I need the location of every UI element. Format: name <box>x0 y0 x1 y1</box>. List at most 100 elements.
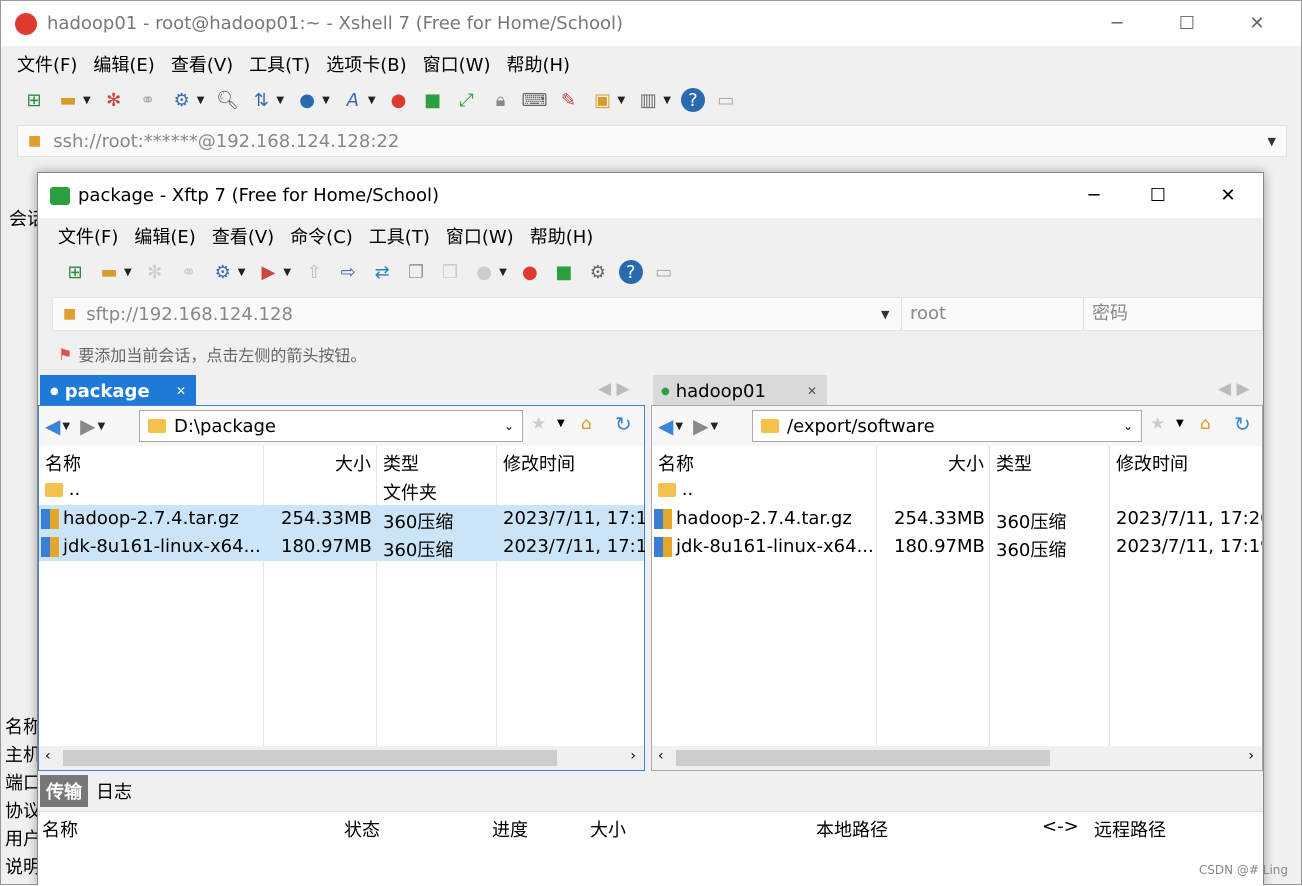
transfer-col-direction[interactable]: <-> <box>1042 816 1079 837</box>
forward-arrow-icon[interactable]: ▶ <box>80 414 95 438</box>
chevron-down-icon[interactable]: ⌄ <box>1123 419 1133 433</box>
menu-view[interactable]: 查看(V) <box>171 51 233 77</box>
transfer-col-status[interactable]: 状态 <box>344 816 380 842</box>
chat-icon[interactable]: ▭ <box>651 259 677 285</box>
new-session-icon[interactable]: ⊞ <box>21 87 47 113</box>
new-session-icon[interactable]: ⊞ <box>62 259 88 285</box>
status-icon[interactable]: ● <box>471 259 497 285</box>
maximize-button[interactable]: ☐ <box>1167 9 1207 39</box>
transfer-col-progress[interactable]: 进度 <box>492 816 528 842</box>
scroll-left-icon[interactable]: ‹ <box>658 748 664 764</box>
tab-transfer[interactable]: 传输 <box>40 775 88 807</box>
fullscreen-icon[interactable]: ⤢ <box>454 87 480 113</box>
transfer-icon[interactable]: ⇅ <box>248 87 274 113</box>
back-arrow-icon[interactable]: ◀ <box>658 414 673 438</box>
menu-edit[interactable]: 编辑(E) <box>134 223 195 249</box>
column-name[interactable]: 名称 <box>658 450 694 476</box>
chevron-down-icon[interactable]: ▼ <box>1176 418 1184 429</box>
chevron-down-icon[interactable]: ▼ <box>1268 135 1276 148</box>
xftp-app-icon[interactable]: ■ <box>420 87 446 113</box>
table-row[interactable]: jdk-8u161-linux-x64... 180.97MB 360压缩 20… <box>39 533 644 561</box>
table-row[interactable]: hadoop-2.7.4.tar.gz 254.33MB 360压缩 2023/… <box>39 505 644 533</box>
connect-icon[interactable]: ✻ <box>101 87 127 113</box>
menu-file[interactable]: 文件(F) <box>17 51 77 77</box>
tab-local-package[interactable]: ● package ✕ <box>40 375 196 407</box>
connect-icon[interactable]: ✻ <box>142 259 168 285</box>
paste-icon[interactable]: ❐ <box>437 259 463 285</box>
scroll-right-icon[interactable]: › <box>1248 748 1254 764</box>
table-row[interactable]: .. <box>652 476 1262 504</box>
xshell-app-icon[interactable]: ● <box>386 87 412 113</box>
menu-view[interactable]: 查看(V) <box>212 223 274 249</box>
menu-help[interactable]: 帮助(H) <box>530 223 594 249</box>
menu-window[interactable]: 窗口(W) <box>423 51 491 77</box>
home-folder-icon[interactable]: ⌂ <box>1200 414 1211 434</box>
menu-window[interactable]: 窗口(W) <box>446 223 514 249</box>
menu-command[interactable]: 命令(C) <box>290 223 353 249</box>
menu-edit[interactable]: 编辑(E) <box>93 51 154 77</box>
home-folder-icon[interactable]: ⌂ <box>581 414 592 434</box>
help-icon[interactable]: ? <box>619 260 643 284</box>
close-icon[interactable]: ✕ <box>807 384 817 398</box>
back-arrow-icon[interactable]: ◀ <box>45 414 60 438</box>
remote-path-input[interactable]: /export/software ⌄ <box>752 410 1142 442</box>
star-icon[interactable]: ★ <box>1150 414 1165 434</box>
table-row[interactable]: .. 文件夹 <box>39 476 644 504</box>
column-modified[interactable]: 修改时间 <box>1116 450 1188 476</box>
forward-arrow-icon[interactable]: ▶ <box>693 414 708 438</box>
menu-file[interactable]: 文件(F) <box>58 223 118 249</box>
disconnect-icon[interactable]: ⚭ <box>135 87 161 113</box>
chevron-down-icon[interactable]: ▼ <box>557 418 565 429</box>
star-icon[interactable]: ★ <box>531 414 546 434</box>
keyboard-icon[interactable]: ⌨ <box>522 87 548 113</box>
layout-icon[interactable]: ▥ <box>635 87 661 113</box>
copy-icon[interactable]: ❐ <box>403 259 429 285</box>
xftp-title-bar[interactable]: package - Xftp 7 (Free for Home/School) … <box>38 173 1263 218</box>
password-field[interactable]: 密码 <box>1083 298 1263 330</box>
tab-log[interactable]: 日志 <box>88 775 140 807</box>
transfer-col-local-path[interactable]: 本地路径 <box>816 816 888 842</box>
lock-icon[interactable]: 🔒︎ <box>488 87 514 113</box>
scroll-thumb[interactable] <box>676 750 1050 766</box>
local-path-input[interactable]: D:\package ⌄ <box>139 410 523 442</box>
tab-scroll-arrows[interactable]: ◀ ▶ <box>1218 379 1250 399</box>
remote-horizontal-scrollbar[interactable]: ‹ › <box>652 746 1262 770</box>
globe-icon[interactable]: ● <box>294 87 320 113</box>
column-size[interactable]: 大小 <box>335 450 371 476</box>
column-name[interactable]: 名称 <box>45 450 81 476</box>
transfer-col-remote-path[interactable]: 远程路径 <box>1094 816 1166 842</box>
download-icon[interactable]: ⇨ <box>335 259 361 285</box>
local-horizontal-scrollbar[interactable]: ‹ › <box>39 746 644 770</box>
column-modified[interactable]: 修改时间 <box>503 450 575 476</box>
tab-remote-hadoop01[interactable]: ● hadoop01 ✕ <box>653 375 827 407</box>
xshell-app-icon[interactable]: ● <box>517 259 543 285</box>
open-folder-icon[interactable]: ▬ <box>96 259 122 285</box>
close-icon[interactable]: ✕ <box>176 384 186 398</box>
xftp-app-icon[interactable]: ■ <box>551 259 577 285</box>
menu-help[interactable]: 帮助(H) <box>506 51 570 77</box>
chevron-down-icon[interactable]: ⌄ <box>504 419 514 433</box>
properties-icon[interactable]: ⚙ <box>169 87 195 113</box>
xshell-address-bar[interactable]: ■ ssh://root:******@192.168.124.128:22 ▼ <box>17 125 1287 157</box>
table-row[interactable]: hadoop-2.7.4.tar.gz 254.33MB 360压缩 2023/… <box>652 505 1262 533</box>
scroll-thumb[interactable] <box>63 750 557 766</box>
disconnect-icon[interactable]: ⚭ <box>176 259 202 285</box>
chevron-down-icon[interactable]: ▼ <box>881 308 889 321</box>
minimize-button[interactable]: ─ <box>1074 181 1114 211</box>
flag-icon[interactable]: ⚑ <box>58 345 72 364</box>
column-type[interactable]: 类型 <box>383 450 419 476</box>
transfer-col-name[interactable]: 名称 <box>42 816 78 842</box>
username-field[interactable]: root <box>901 298 1083 330</box>
refresh-icon[interactable]: ↻ <box>1234 412 1251 436</box>
close-button[interactable]: ✕ <box>1237 9 1277 39</box>
column-type[interactable]: 类型 <box>996 450 1032 476</box>
properties-icon[interactable]: ⚙ <box>210 259 236 285</box>
refresh-icon[interactable]: ↻ <box>615 412 632 436</box>
media-icon[interactable]: ▶ <box>255 259 281 285</box>
host-address-input[interactable]: sftp://192.168.124.128 <box>86 304 293 325</box>
menu-tools[interactable]: 工具(T) <box>249 51 310 77</box>
gear-icon[interactable]: ⚙ <box>585 259 611 285</box>
find-icon[interactable]: 🔍︎ <box>214 87 240 113</box>
close-button[interactable]: ✕ <box>1208 181 1248 211</box>
font-icon[interactable]: A <box>340 87 366 113</box>
